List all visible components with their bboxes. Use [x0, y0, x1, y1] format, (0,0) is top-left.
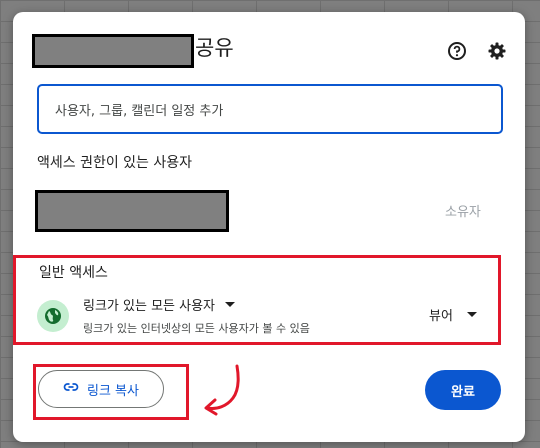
access-description: 링크가 있는 인터넷상의 모든 사용자가 볼 수 있음	[83, 322, 310, 335]
add-people-placeholder: 사용자, 그룹, 캘린더 일정 추가	[55, 103, 224, 119]
annotation-arrow-icon	[204, 364, 240, 416]
copy-link-button[interactable]: 링크 복사	[38, 370, 164, 408]
share-dialog: 공유 사용자, 그룹, 캘린더 일정 추가 액세스 권한이 있는 사용자 소유자…	[13, 12, 525, 442]
owner-role: 소유자	[445, 205, 481, 220]
add-people-input[interactable]: 사용자, 그룹, 캘린더 일정 추가	[37, 84, 503, 134]
dialog-title: 공유	[195, 36, 234, 60]
people-with-access-label: 액세스 권한이 있는 사용자	[37, 155, 193, 171]
access-option-label: 링크가 있는 모든 사용자	[83, 299, 215, 314]
redacted-file-name	[32, 34, 194, 68]
chevron-down-icon	[466, 312, 477, 317]
link-icon	[63, 379, 79, 399]
role-label: 뷰어	[429, 309, 453, 324]
role-select[interactable]: 뷰어	[429, 305, 477, 324]
done-button[interactable]: 완료	[425, 370, 501, 410]
gear-icon[interactable]	[484, 38, 510, 64]
globe-icon	[37, 300, 69, 332]
general-access-label: 일반 액세스	[39, 265, 108, 281]
access-option-select[interactable]: 링크가 있는 모든 사용자	[83, 295, 235, 314]
redacted-owner	[35, 190, 229, 232]
copy-link-label: 링크 복사	[87, 383, 139, 399]
help-icon[interactable]	[444, 38, 470, 64]
chevron-down-icon	[225, 302, 235, 307]
